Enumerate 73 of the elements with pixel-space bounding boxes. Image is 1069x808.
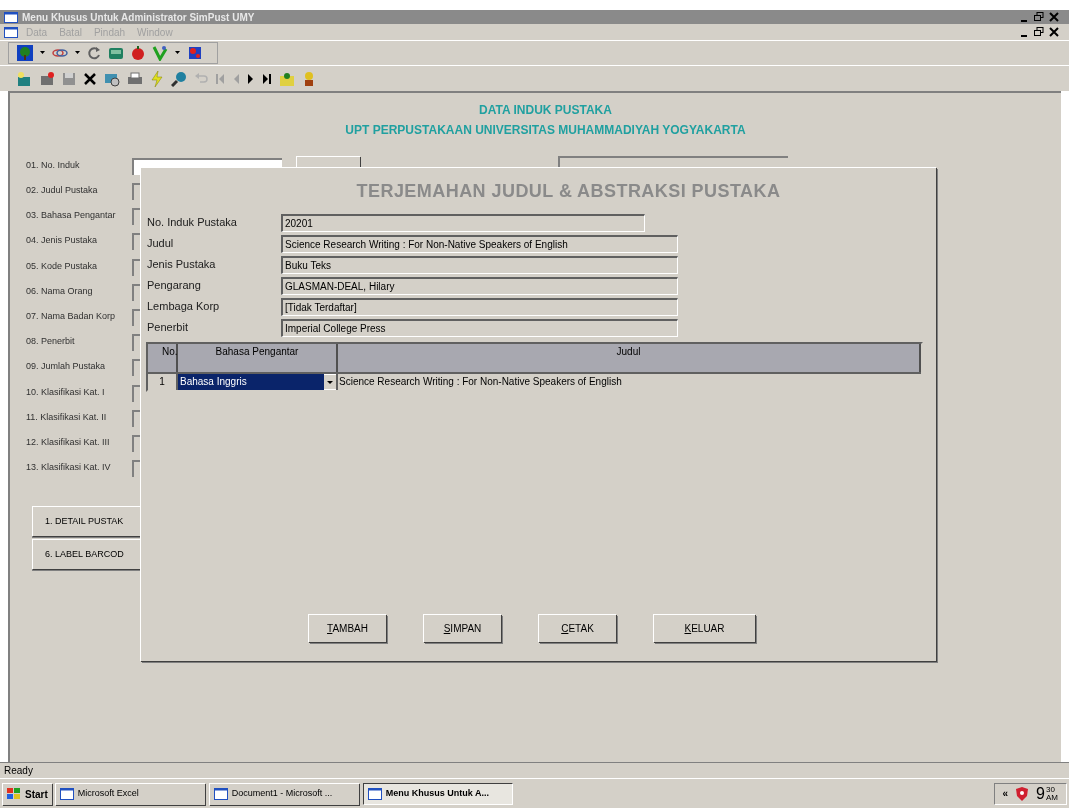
start-button[interactable]: Start bbox=[2, 782, 52, 805]
exit-person-icon[interactable] bbox=[302, 70, 316, 87]
field-label: Pengarang bbox=[147, 278, 202, 294]
next-record-icon[interactable] bbox=[247, 72, 255, 85]
restore-icon[interactable] bbox=[1032, 11, 1046, 23]
text-field[interactable]: 20201 bbox=[281, 213, 645, 232]
column-header[interactable]: Bahasa Pengantar bbox=[178, 344, 338, 372]
book-icon[interactable] bbox=[108, 46, 124, 60]
field-label: 03. Bahasa Pengantar bbox=[26, 209, 116, 223]
taskbar-button[interactable]: Menu Khusus Untuk A... bbox=[362, 782, 513, 805]
field-label: 07. Nama Badan Korp bbox=[26, 309, 116, 323]
save-icon[interactable] bbox=[62, 71, 76, 86]
field-label: 01. No. Induk bbox=[26, 158, 80, 172]
dropdown-arrow-icon[interactable] bbox=[175, 51, 180, 55]
field-label: 10. Klasifikasi Kat. I bbox=[26, 385, 105, 399]
dialog-button[interactable]: KELUAR bbox=[653, 614, 755, 642]
form-subheading: UPT PERPUSTAKAAN UNIVERSITAS MUHAMMADIYAH YOGYAKARTA bbox=[344, 122, 746, 139]
field-label: 11. Klasifikasi Kat. II bbox=[26, 410, 107, 424]
field-label: Penerbit bbox=[147, 320, 189, 336]
field-label: Jenis Pustaka bbox=[147, 257, 217, 273]
field-label: 12. Klasifikasi Kat. III bbox=[26, 435, 110, 449]
dialog-button[interactable]: SIMPAN bbox=[423, 614, 501, 642]
field-label: No. Induk Pustaka bbox=[147, 215, 238, 231]
edit-record-icon[interactable] bbox=[39, 70, 55, 87]
field-label: 05. Kode Pustaka bbox=[26, 259, 98, 273]
dialog-title: TERJEMAHAN JUDUL & ABSTRAKSI PUSTAKA bbox=[356, 180, 781, 203]
delete-icon[interactable] bbox=[83, 71, 97, 86]
text-field[interactable]: Science Research Writing : For Non-Native Speakers of English bbox=[281, 234, 678, 253]
dialog-button[interactable]: TAMBAH bbox=[308, 614, 386, 642]
windows-logo-icon bbox=[7, 788, 21, 800]
taskbar-button[interactable]: Document1 - Microsoft ... bbox=[208, 782, 359, 805]
app-window-icon bbox=[213, 788, 228, 800]
taskbar-button[interactable]: Microsoft Excel bbox=[54, 782, 205, 805]
dialog-button[interactable]: CETAK bbox=[538, 614, 616, 642]
field-label: 04. Jenis Pustaka bbox=[26, 234, 98, 248]
field-label: 02. Judul Pustaka bbox=[26, 184, 98, 198]
language-dropdown[interactable]: Bahasa Inggris bbox=[178, 374, 324, 390]
close-icon[interactable] bbox=[1047, 11, 1061, 23]
column-header[interactable]: No. bbox=[148, 344, 178, 372]
field-label: Lembaga Korp bbox=[147, 299, 221, 315]
text-field[interactable]: Buku Teks bbox=[281, 255, 678, 274]
app-window-icon bbox=[367, 787, 382, 800]
magnifier-icon[interactable] bbox=[171, 70, 187, 87]
dropdown-arrow-icon[interactable] bbox=[40, 51, 45, 55]
last-record-icon[interactable] bbox=[262, 72, 272, 85]
field-label: 09. Jumlah Pustaka bbox=[26, 360, 106, 374]
apple-icon[interactable] bbox=[131, 46, 145, 60]
form-heading: DATA INDUK PUSTAKA bbox=[478, 102, 612, 119]
column-header[interactable]: Judul bbox=[338, 344, 921, 372]
field-label: 06. Nama Orang bbox=[26, 284, 93, 298]
tray-expand-button[interactable]: « bbox=[1002, 786, 1009, 801]
text-field[interactable]: Imperial College Press bbox=[281, 318, 678, 337]
link-icon[interactable] bbox=[52, 47, 68, 59]
printer-icon[interactable] bbox=[127, 71, 143, 86]
refresh-icon[interactable] bbox=[87, 46, 101, 60]
close-icon[interactable] bbox=[1047, 26, 1061, 38]
app-window-icon bbox=[59, 788, 74, 800]
shield-icon[interactable] bbox=[1016, 786, 1029, 801]
status-text: Ready bbox=[4, 764, 33, 778]
text-field[interactable]: [Tidak Terdaftar] bbox=[281, 297, 678, 316]
folder-person-icon[interactable] bbox=[279, 70, 295, 87]
restore-icon[interactable] bbox=[1032, 26, 1046, 38]
table-cell-text: Science Research Writing : For Non-Native Speakers of English bbox=[338, 375, 623, 389]
dropdown-arrow-icon[interactable] bbox=[75, 51, 80, 55]
field-label: 13. Klasifikasi Kat. IV bbox=[26, 461, 111, 475]
field-label: Judul bbox=[147, 236, 175, 252]
text-field[interactable]: GLASMAN-DEAL, Hilary bbox=[281, 276, 678, 295]
tree-icon[interactable] bbox=[17, 45, 33, 61]
window-title: Menu Khusus Untuk Administrator SimPust UMY bbox=[22, 10, 256, 25]
new-record-icon[interactable] bbox=[16, 70, 32, 87]
window-icon bbox=[4, 11, 18, 23]
field-label: 08. Penerbit bbox=[26, 335, 75, 349]
document-icon bbox=[4, 26, 18, 38]
